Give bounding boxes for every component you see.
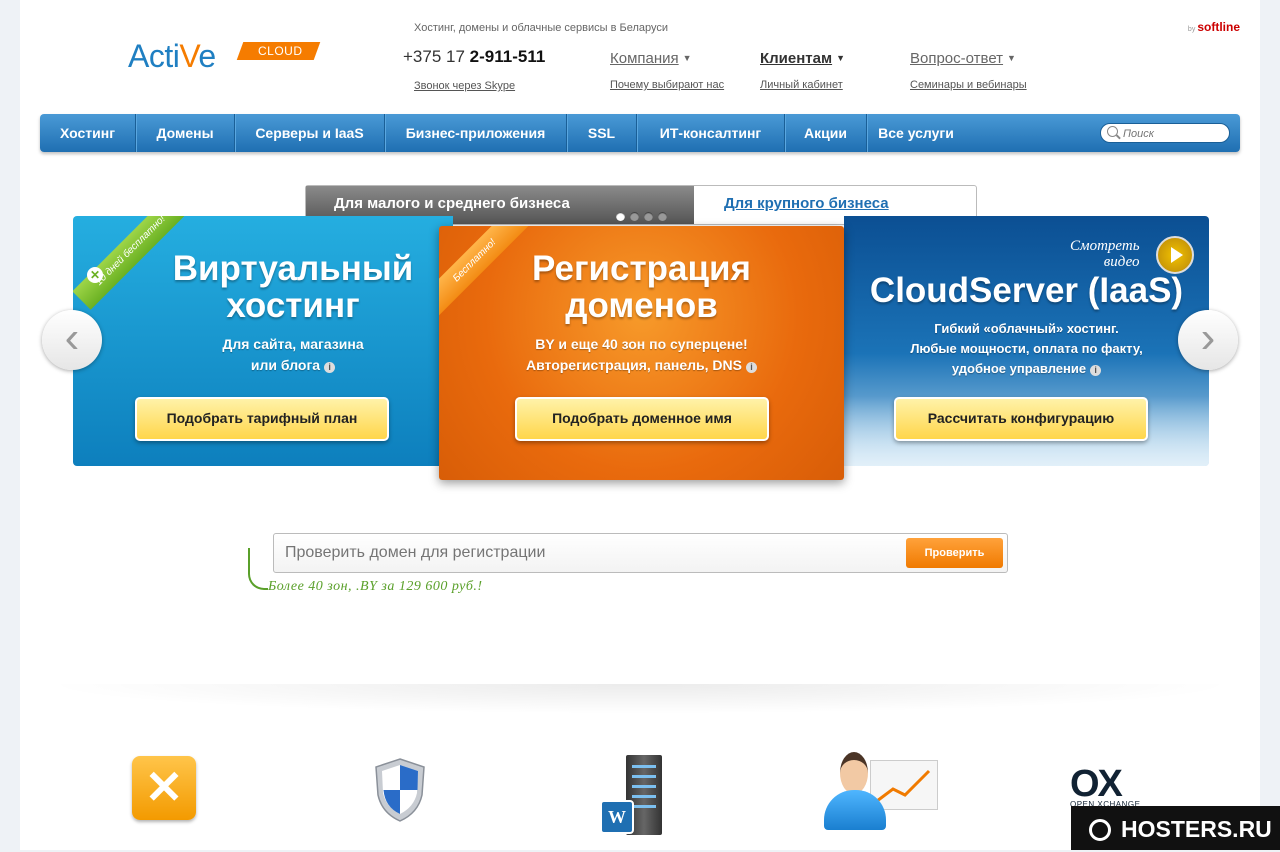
open-xchange-logo[interactable]: OX OPEN XCHANGE — [1070, 765, 1160, 809]
menu-item-servers[interactable]: Серверы и IaaS — [235, 114, 385, 152]
slide-dot[interactable] — [658, 212, 667, 221]
info-icon[interactable]: i — [324, 362, 336, 373]
menu-item-domains[interactable]: Домены — [136, 114, 235, 152]
play-video-icon[interactable] — [1156, 236, 1194, 274]
slide-dot[interactable] — [616, 212, 625, 221]
link-why-us[interactable]: Почему выбирают нас — [610, 79, 724, 91]
promo-description: Гибкий «облачный» хостинг. Любые мощности… — [910, 321, 1143, 376]
wordpress-server-icon[interactable]: W — [600, 755, 670, 835]
watermark-logo-icon — [1089, 819, 1111, 841]
menu-item-hosting[interactable]: Хостинг — [40, 114, 136, 152]
domain-price-hint: Более 40 зон, .BY за 129 600 руб.! — [268, 579, 483, 594]
nav-company[interactable]: Компания ▼ — [610, 50, 692, 67]
link-personal-account[interactable]: Личный кабинет — [760, 79, 843, 91]
close-icon: ✕ — [87, 267, 103, 283]
choose-plan-button[interactable]: Подобрать тарифный план — [135, 397, 389, 441]
slide-dot[interactable] — [630, 212, 639, 221]
exchange-icon[interactable] — [132, 756, 196, 820]
tagline: Хостинг, домены и облачные сервисы в Бел… — [414, 22, 669, 34]
menu-item-it-consulting[interactable]: ИТ-консалтинг — [637, 114, 785, 152]
page: ActiVe CLOUD Хостинг, домены и облачные … — [20, 0, 1260, 850]
hosters-watermark: HOSTERS.RU — [1071, 806, 1280, 850]
curved-arrow-icon — [248, 548, 268, 590]
menu-item-promotions[interactable]: Акции — [785, 114, 867, 152]
check-domain-button[interactable]: Проверить — [906, 538, 1003, 568]
phone-number: +375 17 2-911-511 — [403, 47, 546, 66]
chevron-down-icon: ▼ — [836, 53, 846, 63]
slider-prev-button[interactable]: ‹ — [42, 310, 102, 370]
promo-title: Виртуальный хостинг — [172, 249, 414, 325]
promo-title: Регистрация доменов — [532, 249, 751, 325]
domain-search-input[interactable] — [283, 542, 887, 564]
nav-clients[interactable]: Клиентам ▼ — [760, 50, 845, 67]
person-head — [840, 752, 868, 794]
chevron-down-icon: ▼ — [1007, 53, 1016, 63]
info-icon[interactable]: i — [1090, 365, 1102, 376]
promo-title: CloudServer (IaaS) — [869, 271, 1184, 310]
section-divider — [40, 684, 1240, 714]
shield-icon[interactable] — [374, 757, 426, 823]
softline-logo[interactable]: by softline — [1188, 20, 1240, 34]
calculate-config-button[interactable]: Рассчитать конфигурацию — [894, 397, 1148, 441]
site-search — [1100, 123, 1230, 143]
search-input[interactable] — [1121, 125, 1225, 142]
link-seminars[interactable]: Семинары и вебинары — [910, 79, 1027, 91]
skype-call-link[interactable]: Звонок через Skype — [414, 80, 515, 92]
menu-item-all-services[interactable]: Все услуги — [867, 114, 965, 152]
wordpress-icon: W — [600, 800, 634, 834]
domain-check-form: Проверить — [273, 533, 1008, 573]
search-icon — [1107, 126, 1118, 137]
promo-description: Для сайта, магазина или блога i — [222, 336, 364, 373]
tab-large-business[interactable]: Для крупного бизнеса — [724, 195, 889, 212]
slide-dot[interactable] — [644, 212, 653, 221]
info-icon[interactable]: i — [746, 362, 757, 373]
main-menu: Хостинг Домены Серверы и IaaS Бизнес-при… — [40, 114, 1240, 152]
nav-faq[interactable]: Вопрос-ответ ▼ — [910, 50, 1016, 67]
manager-icon[interactable] — [820, 750, 940, 830]
logo-cloud-badge: CLOUD — [236, 42, 320, 60]
chevron-down-icon: ▼ — [682, 53, 692, 63]
promo-description: BY и еще 40 зон по суперцене! Авторегистр… — [439, 334, 844, 376]
watch-video-label[interactable]: Смотреть видео — [1070, 238, 1140, 270]
menu-item-ssl[interactable]: SSL — [567, 114, 637, 152]
logo-wordmark: ActiVe — [128, 38, 216, 74]
slider-next-button[interactable]: › — [1178, 310, 1238, 370]
choose-domain-button[interactable]: Подобрать доменное имя — [515, 397, 769, 441]
menu-item-business-apps[interactable]: Бизнес-приложения — [385, 114, 567, 152]
promo-domain-registration: Бесплатно! Регистрация доменов BY и еще 4… — [439, 226, 844, 480]
